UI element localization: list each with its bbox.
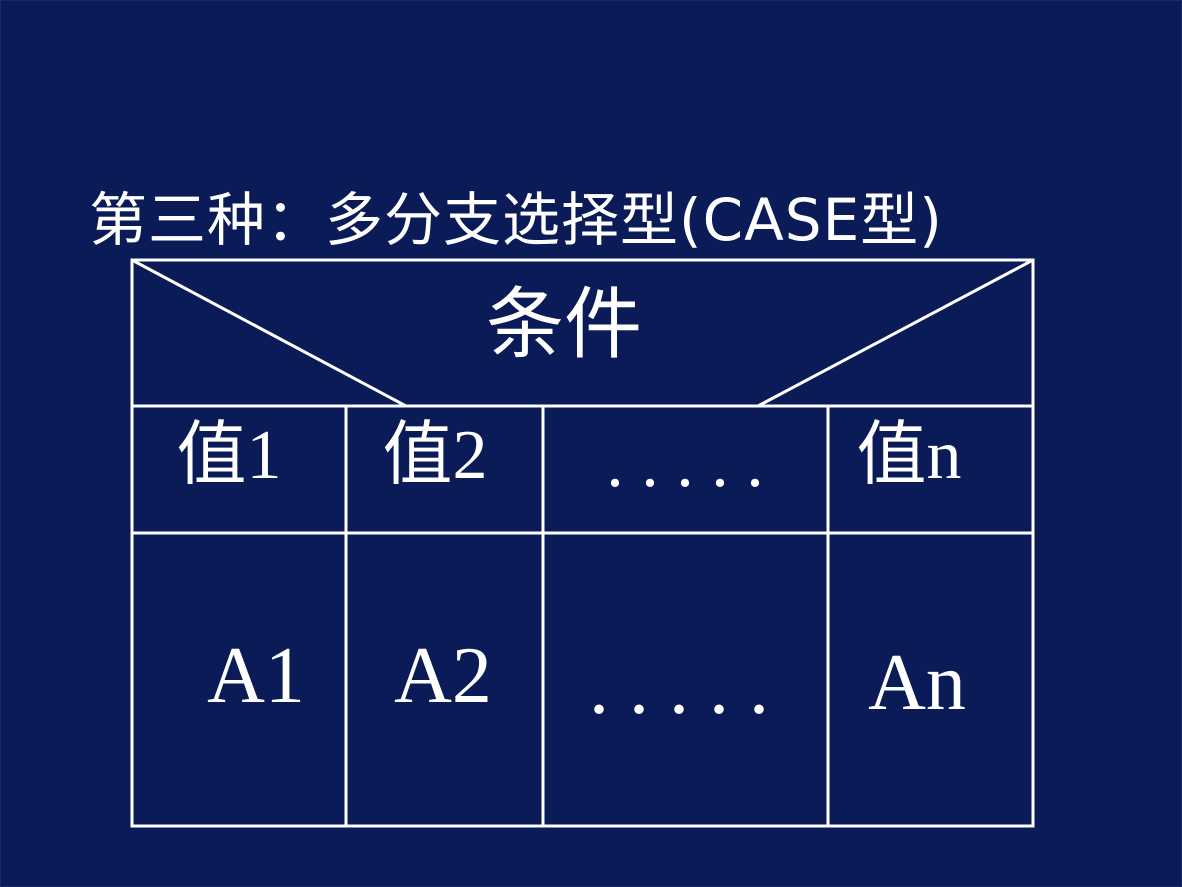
action-cell-2: A2 xyxy=(394,632,492,720)
value-cell-n: 值n xyxy=(857,417,962,494)
action-cell-ellipsis: . . . . . xyxy=(589,643,769,731)
diagonal-left xyxy=(131,258,407,408)
condition-label: 条件 xyxy=(486,281,642,368)
diagonal-right xyxy=(757,258,1034,408)
value-cell-2: 值2 xyxy=(383,417,488,494)
action-cell-1: A1 xyxy=(207,632,305,720)
case-structure-diagram: 条件 值1 值2 . . . . . 值n A1 A2 . . . . . An xyxy=(130,258,1035,828)
value-cell-ellipsis: . . . . . xyxy=(606,425,764,502)
value-cell-1: 值1 xyxy=(177,417,282,494)
action-cell-n: An xyxy=(868,639,966,727)
slide: 第三种：多分支选择型(CASE型) 条件 值1 值2 . . . . . 值n … xyxy=(0,0,1182,887)
